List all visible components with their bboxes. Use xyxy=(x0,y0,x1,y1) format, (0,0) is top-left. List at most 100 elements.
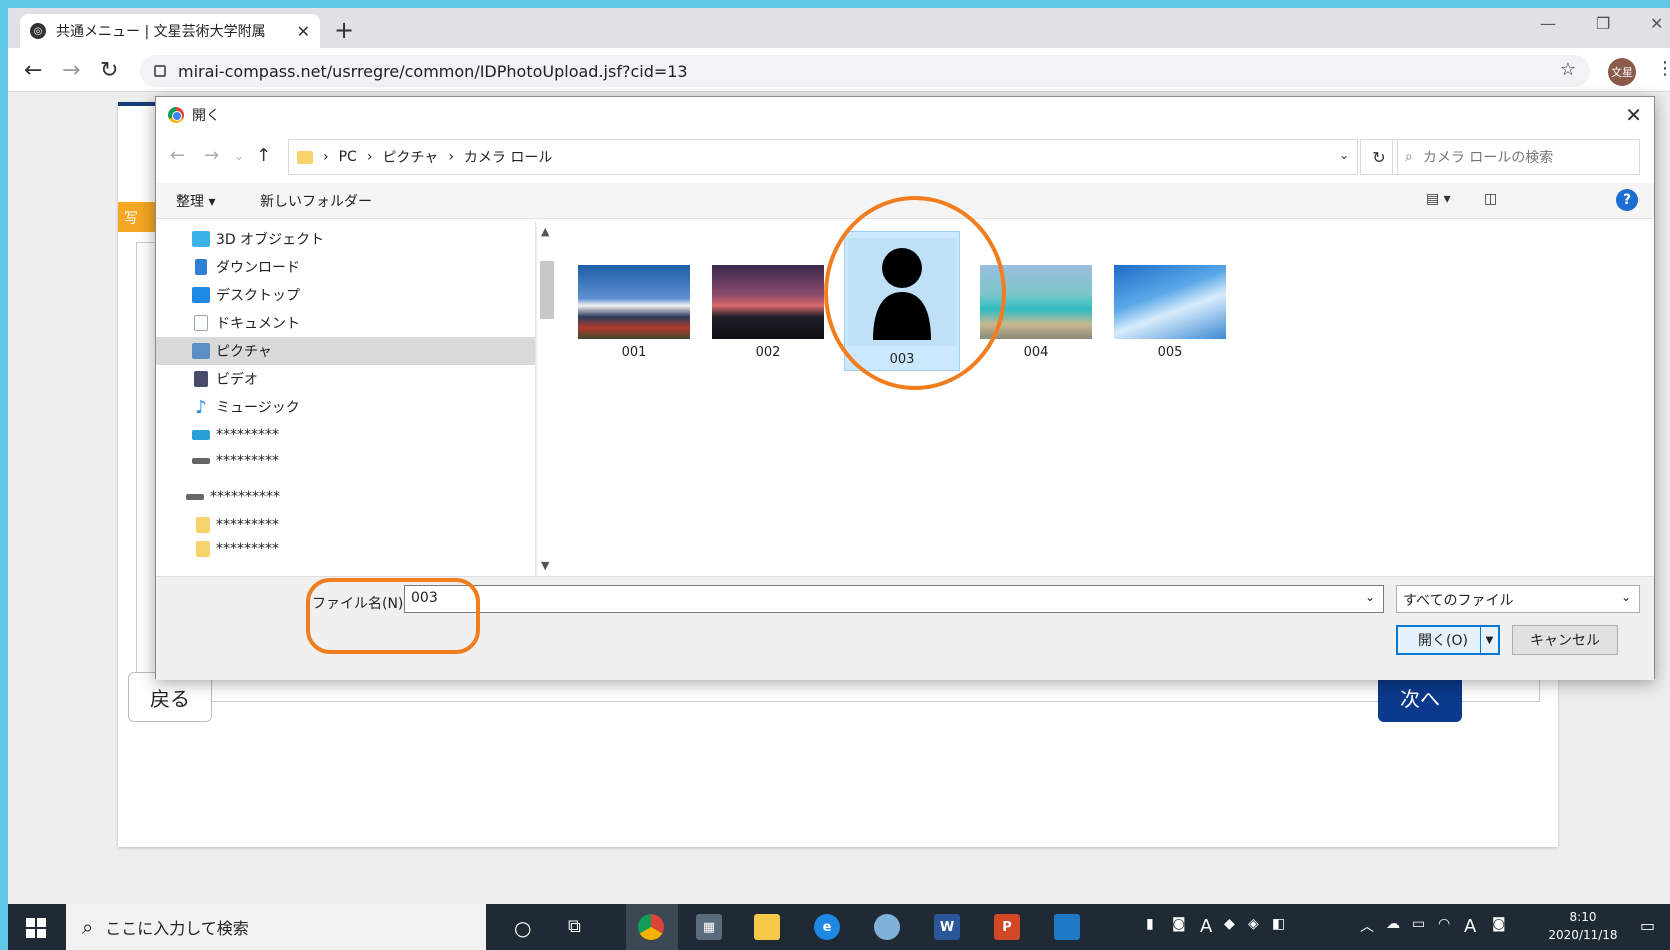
search-icon: ⌕ xyxy=(1405,149,1413,165)
tray-app-icon[interactable]: ▮ xyxy=(1146,916,1154,932)
cortana-icon[interactable]: ○ xyxy=(514,916,531,940)
tray-app-icon[interactable]: ◙ xyxy=(1172,916,1186,932)
clock-date: 2020/11/18 xyxy=(1548,928,1618,942)
folder-icon xyxy=(196,517,210,533)
nav-item-label: ドキュメント xyxy=(216,316,300,332)
minimize-button[interactable]: — xyxy=(1540,14,1556,33)
refresh-icon: ↻ xyxy=(1372,147,1386,167)
file-name: 004 xyxy=(1023,345,1049,360)
breadcrumb-sep: › xyxy=(323,149,329,165)
nav-item-music[interactable]: ♪ ミュージック xyxy=(192,393,299,421)
nav-item-desktop[interactable]: デスクトップ xyxy=(192,281,300,309)
ime-mode-icon[interactable]: A xyxy=(1464,916,1476,937)
calculator-icon[interactable]: ▦ xyxy=(696,914,722,940)
restore-button[interactable]: ❐ xyxy=(1596,14,1610,33)
folder-path-bar[interactable]: › PC › ピクチャ › カメラ ロール ⌄ xyxy=(288,139,1358,175)
scroll-up-icon[interactable]: ▲ xyxy=(541,225,549,238)
windows-start-icon[interactable] xyxy=(26,918,46,938)
file-name: 005 xyxy=(1157,345,1183,360)
windows-taskbar: ⌕ ここに入力して検索 ○ ⧉ ▦ e W P ▮ ◙ A ◆ ◈ ◧ ︿ ☁ … xyxy=(8,904,1670,950)
tray-app-icon[interactable]: ◙ xyxy=(1492,916,1506,932)
taskbar-search-input[interactable]: ⌕ ここに入力して検索 xyxy=(66,904,486,950)
onedrive-icon[interactable]: ☁ xyxy=(1386,916,1400,932)
close-tab-icon[interactable]: ✕ xyxy=(297,22,310,41)
scroll-thumb[interactable] xyxy=(540,261,554,319)
file-thumbnail xyxy=(1114,265,1226,339)
menu-kebab-icon[interactable]: ⋮ xyxy=(1656,58,1670,79)
preview-pane-icon[interactable]: ◫ xyxy=(1484,191,1497,207)
file-item-005[interactable]: 005 xyxy=(1112,265,1228,395)
nav-item-label: ********* xyxy=(216,541,279,557)
dialog-address-row: ← → ⌄ ↑ › PC › ピクチャ › カメラ ロール ⌄ ↻ ⌕ カメラ … xyxy=(156,137,1654,177)
chevron-up-icon[interactable]: ︿ xyxy=(1360,916,1374,936)
word-icon[interactable]: W xyxy=(934,914,960,940)
drive-icon xyxy=(192,458,210,464)
browser-tab[interactable]: ◎ 共通メニュー | 文星芸術大学附属 ✕ xyxy=(20,14,320,48)
scroll-down-icon[interactable]: ▼ xyxy=(541,559,549,572)
tray-app-icon[interactable]: ◈ xyxy=(1248,916,1259,932)
tray-app-icon[interactable]: ◆ xyxy=(1224,916,1235,932)
forward-arrow-icon[interactable]: → xyxy=(204,145,219,166)
file-list: 001 002 003 004 005 xyxy=(556,221,1654,576)
nav-item-label: ********* xyxy=(216,427,279,443)
nav-item-folder[interactable]: ********* xyxy=(196,535,279,563)
file-item-001[interactable]: 001 xyxy=(576,265,692,395)
breadcrumb-camera-roll[interactable]: カメラ ロール xyxy=(464,147,552,167)
breadcrumb-pc[interactable]: PC xyxy=(339,149,357,165)
forward-arrow-icon[interactable]: → xyxy=(62,58,80,83)
battery-icon[interactable]: ▭ xyxy=(1412,916,1425,932)
breadcrumb-pictures[interactable]: ピクチャ xyxy=(382,147,438,167)
recent-dropdown-icon[interactable]: ⌄ xyxy=(234,149,244,163)
file-name: 002 xyxy=(755,345,781,360)
cancel-button[interactable]: キャンセル xyxy=(1512,625,1618,655)
up-arrow-icon[interactable]: ↑ xyxy=(256,145,271,166)
view-options-icon[interactable]: ▤ ▾ xyxy=(1426,191,1451,207)
new-folder-button[interactable]: 新しいフォルダー xyxy=(260,191,372,211)
task-view-icon[interactable]: ⧉ xyxy=(568,916,581,937)
nav-item-label: デスクトップ xyxy=(216,288,300,304)
highlight-rectangle xyxy=(306,578,480,654)
address-bar[interactable]: mirai-compass.net/usrregre/common/IDPhot… xyxy=(140,55,1590,87)
tray-app-icon[interactable]: ◧ xyxy=(1272,916,1285,932)
bookmark-star-icon[interactable]: ☆ xyxy=(1560,59,1576,80)
file-type-value: すべてのファイル xyxy=(1403,593,1514,609)
new-tab-button[interactable]: + xyxy=(334,18,354,42)
file-explorer-icon[interactable] xyxy=(754,914,780,940)
clock-time: 8:10 xyxy=(1569,910,1597,924)
organize-button[interactable]: 整理 ▾ xyxy=(176,191,215,211)
chrome-icon[interactable] xyxy=(638,914,664,940)
back-arrow-icon[interactable]: ← xyxy=(170,145,185,166)
powerpoint-icon[interactable]: P xyxy=(994,914,1020,940)
chevron-down-icon[interactable]: ⌄ xyxy=(1339,148,1349,162)
help-icon[interactable]: ? xyxy=(1616,189,1638,211)
notification-icon[interactable]: ▭ xyxy=(1640,916,1655,935)
nav-item-videos[interactable]: ビデオ xyxy=(192,365,258,393)
photos-icon[interactable] xyxy=(1054,914,1080,940)
ime-a-icon[interactable]: A xyxy=(1200,916,1212,937)
folder-search-input[interactable]: ⌕ カメラ ロールの検索 xyxy=(1392,139,1640,175)
wifi-icon[interactable]: ◠ xyxy=(1438,916,1450,932)
nav-item-network-drive[interactable]: ********* xyxy=(192,421,279,449)
open-button[interactable]: 開く(O) ▼ xyxy=(1396,625,1500,655)
file-type-select[interactable]: すべてのファイル ⌄ xyxy=(1396,585,1640,613)
network-drive-icon xyxy=(192,430,210,440)
close-window-button[interactable]: ✕ xyxy=(1650,14,1663,33)
nav-item-3d-objects[interactable]: 3D オブジェクト xyxy=(192,225,324,253)
system-clock[interactable]: 8:10 2020/11/18 xyxy=(1548,908,1618,944)
back-arrow-icon[interactable]: ← xyxy=(24,58,42,83)
profile-avatar[interactable]: 文星 xyxy=(1608,58,1636,86)
chevron-down-icon[interactable]: ⌄ xyxy=(1365,590,1375,604)
filename-input[interactable]: 003 ⌄ xyxy=(404,585,1384,613)
nav-scrollbar[interactable]: ▲ ▼ xyxy=(536,221,556,576)
paint-icon[interactable] xyxy=(874,914,900,940)
file-item-002[interactable]: 002 xyxy=(710,265,826,395)
nav-item-documents[interactable]: ドキュメント xyxy=(192,309,300,337)
nav-item-downloads[interactable]: ダウンロード xyxy=(192,253,300,281)
open-dropdown-icon[interactable]: ▼ xyxy=(1480,627,1498,653)
reload-icon[interactable]: ↻ xyxy=(100,58,118,83)
nav-item-drive[interactable]: ********** xyxy=(186,483,280,511)
edge-icon[interactable]: e xyxy=(814,914,840,940)
dialog-close-icon[interactable]: ✕ xyxy=(1625,103,1642,127)
nav-item-drive[interactable]: ********* xyxy=(192,447,279,475)
nav-item-pictures[interactable]: ピクチャ xyxy=(156,337,535,365)
